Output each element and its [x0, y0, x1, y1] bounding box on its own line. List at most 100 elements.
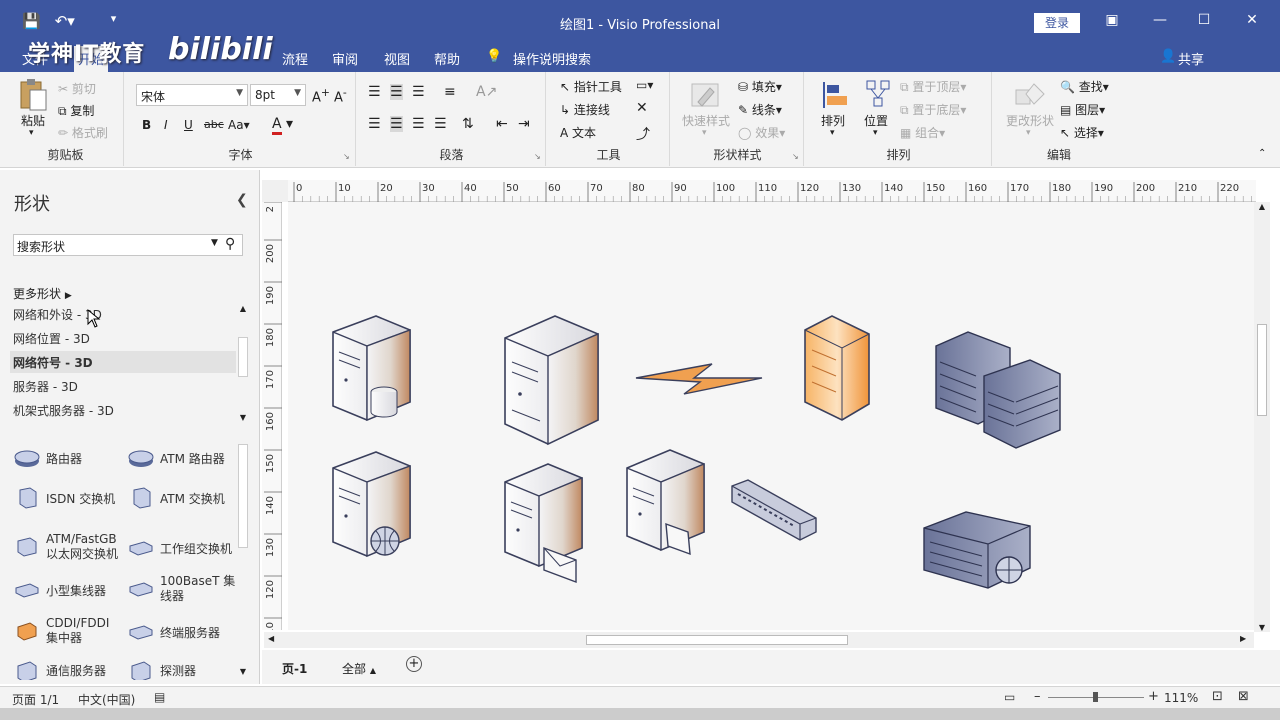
- vertical-text-icon[interactable]: ⇅: [462, 116, 474, 132]
- send-to-back-button[interactable]: ⧉ 置于底层▾: [900, 101, 966, 118]
- login-button[interactable]: 登录: [1034, 13, 1080, 33]
- position-icon[interactable]: [864, 78, 892, 110]
- canvas-horizontal-scrollbar[interactable]: ◀ ▶: [264, 632, 1254, 648]
- stencil-network-peripherals-3d[interactable]: 网络和外设 - 3D: [10, 303, 236, 325]
- scroll-right-icon[interactable]: ▶: [1240, 634, 1246, 643]
- shape-router[interactable]: 路由器: [14, 446, 82, 470]
- close-shape-icon[interactable]: ✕: [636, 100, 648, 116]
- connection-point-icon[interactable]: ⤴: [636, 124, 650, 144]
- email-server-shape[interactable]: [504, 463, 583, 584]
- tell-me-lightbulb-icon[interactable]: 💡: [486, 49, 502, 64]
- select-button[interactable]: ↖ 选择▾: [1060, 124, 1104, 141]
- text-tool-button[interactable]: A 文本: [560, 124, 596, 141]
- paste-dropdown-icon[interactable]: ▾: [29, 128, 34, 138]
- drawing-canvas[interactable]: [288, 202, 1254, 630]
- shape-workgroup-switch[interactable]: 工作组交换机: [128, 536, 232, 560]
- stencil-servers-3d[interactable]: 服务器 - 3D: [10, 375, 236, 397]
- group-button[interactable]: ▦ 组合▾: [900, 124, 945, 141]
- rectangle-tool-icon[interactable]: ▭▾: [636, 78, 653, 92]
- macro-record-icon[interactable]: ▤: [154, 690, 165, 704]
- ribbon-display-icon[interactable]: ▣: [1102, 12, 1122, 28]
- change-shape-button[interactable]: 更改形状: [1006, 112, 1054, 129]
- zoom-out-icon[interactable]: –: [1034, 689, 1041, 704]
- search-shapes-input[interactable]: 搜索形状 ▼ ⚲: [13, 234, 243, 256]
- justify-icon[interactable]: ☰: [434, 116, 447, 132]
- more-shapes-link[interactable]: 更多形状 ▶: [13, 285, 72, 302]
- grow-font-icon[interactable]: A+: [312, 86, 330, 105]
- collapse-ribbon-icon[interactable]: ⌃: [1258, 148, 1266, 159]
- connector-button[interactable]: ↳ 连接线: [560, 101, 610, 118]
- collapse-panel-icon[interactable]: ❮: [236, 192, 248, 208]
- paste-button[interactable]: 粘贴: [21, 112, 45, 129]
- align-center-icon[interactable]: ☰: [390, 116, 403, 132]
- layers-button[interactable]: ▤ 图层▾: [1060, 101, 1105, 118]
- search-options-icon[interactable]: ▼: [211, 238, 218, 248]
- firewall-shape[interactable]: [804, 315, 870, 421]
- tell-me-search[interactable]: 操作说明搜索: [513, 49, 591, 68]
- align-right-icon[interactable]: ☰: [412, 116, 425, 132]
- bring-to-front-button[interactable]: ⧉ 置于顶层▾: [900, 78, 966, 95]
- share-button[interactable]: 共享: [1178, 49, 1204, 68]
- align-bottom-icon[interactable]: ☰: [412, 84, 425, 100]
- fit-window-icon[interactable]: ⊡: [1212, 689, 1223, 704]
- paste-icon[interactable]: [18, 78, 48, 112]
- rack-web-server-shape[interactable]: [923, 511, 1031, 589]
- add-page-icon[interactable]: +: [406, 656, 422, 672]
- rack-server-cluster-shape[interactable]: [935, 331, 1061, 449]
- shape-comm-server[interactable]: 通信服务器: [14, 660, 106, 680]
- lightning-link-shape[interactable]: [635, 363, 763, 395]
- tab-flow[interactable]: 流程: [282, 49, 308, 68]
- pointer-tool-button[interactable]: ↖ 指针工具: [560, 78, 622, 95]
- stencil-network-symbols-3d[interactable]: 网络符号 - 3D: [10, 351, 236, 373]
- bullets-icon[interactable]: ≡: [444, 84, 456, 100]
- zoom-level[interactable]: 111%: [1164, 691, 1198, 705]
- shape-terminal-server[interactable]: 终端服务器: [128, 620, 220, 644]
- shape-atm-switch[interactable]: ATM 交换机: [128, 486, 225, 510]
- stencil-list-scrollbar[interactable]: ▲ ▼: [236, 304, 250, 422]
- page-indicator[interactable]: 页面 1/1: [12, 691, 59, 708]
- scroll-up-icon[interactable]: ▲: [236, 304, 250, 313]
- file-server-shape[interactable]: [626, 449, 705, 556]
- align-middle-icon[interactable]: ☰: [390, 84, 403, 100]
- scroll-up-icon[interactable]: ▲: [1254, 202, 1270, 211]
- close-icon[interactable]: ✕: [1242, 12, 1262, 28]
- scroll-left-icon[interactable]: ◀: [268, 634, 274, 643]
- increase-indent-icon[interactable]: ⇥: [518, 116, 530, 132]
- bold-button[interactable]: B: [142, 118, 151, 132]
- fill-button[interactable]: ⛁ 填充▾: [738, 78, 782, 95]
- share-user-icon[interactable]: 👤: [1160, 49, 1176, 64]
- align-left-icon[interactable]: ☰: [368, 116, 381, 132]
- shape-atm-router[interactable]: ATM 路由器: [128, 446, 225, 470]
- shape-probe[interactable]: 探测器: [128, 660, 196, 680]
- search-icon[interactable]: ⚲: [225, 236, 235, 252]
- align-top-icon[interactable]: ☰: [368, 84, 381, 100]
- align-dropdown-icon[interactable]: ▾: [830, 128, 835, 138]
- line-button[interactable]: ✎ 线条▾: [738, 101, 782, 118]
- switch-shape[interactable]: [731, 479, 817, 541]
- shapes-list-scrollbar[interactable]: ▼: [236, 438, 250, 676]
- page-tab-1[interactable]: 页-1: [282, 660, 307, 677]
- all-pages-button[interactable]: 全部 ▲: [342, 660, 376, 677]
- tab-view[interactable]: 视图: [384, 49, 410, 68]
- scroll-thumb[interactable]: [238, 337, 248, 377]
- stencil-network-locations-3d[interactable]: 网络位置 - 3D: [10, 327, 236, 349]
- zoom-in-icon[interactable]: +: [1148, 689, 1159, 704]
- copy-button[interactable]: ⧉ 复制: [58, 102, 94, 119]
- position-dropdown-icon[interactable]: ▾: [873, 128, 878, 138]
- vertical-ruler[interactable]: 2 200 190 180 170 160 150 140 130 120 110: [262, 201, 282, 641]
- shape-ethernet-switch[interactable]: ATM/FastGB 以太网交换机: [14, 532, 128, 562]
- decrease-indent-icon[interactable]: ⇤: [496, 116, 508, 132]
- text-rotate-icon[interactable]: A↗: [476, 84, 497, 100]
- scroll-thumb[interactable]: [238, 444, 248, 548]
- scroll-thumb[interactable]: [586, 635, 848, 645]
- cut-button[interactable]: ✂ 剪切: [58, 80, 96, 97]
- shrink-font-icon[interactable]: A-: [334, 86, 347, 105]
- scroll-down-icon[interactable]: ▼: [236, 667, 250, 676]
- align-shapes-icon[interactable]: [820, 80, 850, 110]
- find-button[interactable]: 🔍 查找▾: [1060, 78, 1109, 95]
- quick-styles-button[interactable]: 快速样式: [682, 112, 730, 129]
- database-server-shape[interactable]: [332, 315, 411, 422]
- font-color-button[interactable]: A ▾: [272, 116, 293, 135]
- italic-button[interactable]: I: [164, 118, 168, 132]
- web-server-shape[interactable]: [332, 451, 411, 558]
